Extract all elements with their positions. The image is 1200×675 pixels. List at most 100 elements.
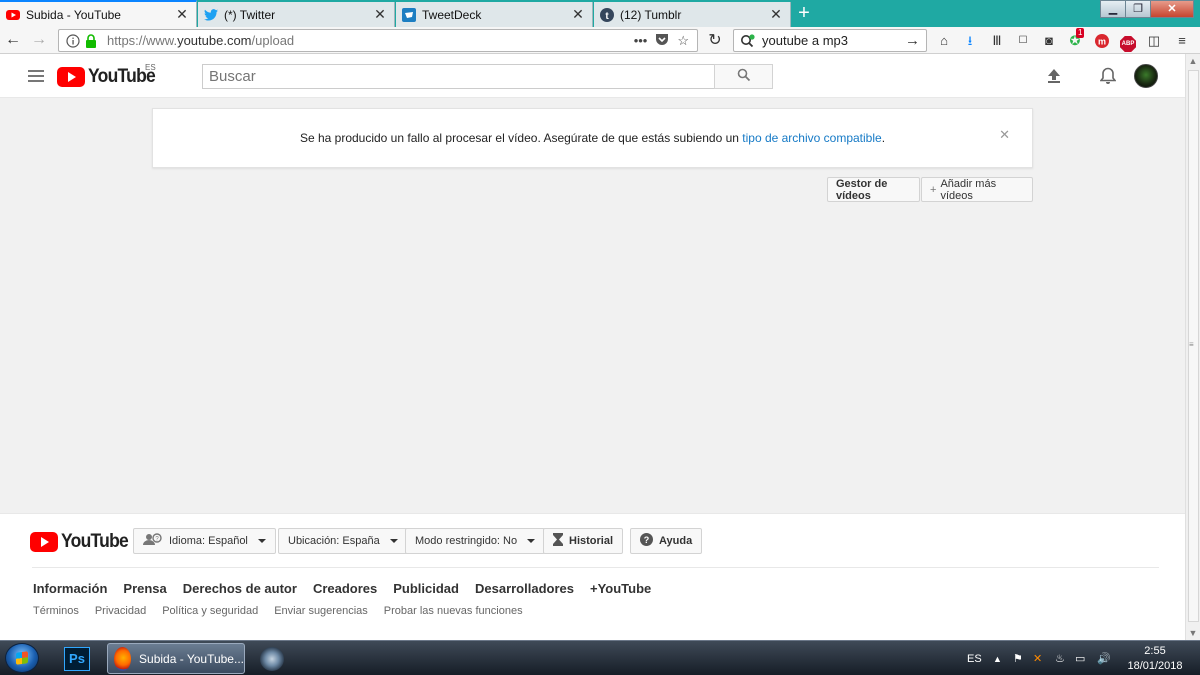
close-icon[interactable]: ✕ — [570, 6, 586, 23]
volume-icon[interactable]: 🔊 — [1097, 641, 1111, 675]
tray-utility-icon[interactable]: ♨ — [1055, 641, 1065, 675]
footer-link-feedback[interactable]: Enviar sugerencias — [274, 605, 368, 617]
tray-expand-icon[interactable]: ▲ — [993, 641, 1002, 675]
home-icon[interactable]: ⌂ — [934, 31, 954, 51]
search-go-arrow-icon[interactable]: → — [905, 32, 920, 49]
restricted-mode-button[interactable]: Modo restringido: No — [405, 528, 546, 554]
download-icon[interactable]: ⭳ — [960, 31, 980, 51]
tab-twitter[interactable]: (*) Twitter ✕ — [198, 2, 395, 27]
page-scrollbar[interactable]: ▲ ≡ ▼ — [1185, 54, 1200, 640]
forward-arrow-icon[interactable]: → — [28, 30, 50, 52]
network-icon[interactable]: ▭ — [1075, 641, 1085, 675]
reload-icon[interactable]: ↻ — [704, 30, 726, 50]
help-button[interactable]: ? Ayuda — [630, 528, 703, 554]
footer-youtube-logo[interactable]: YouTube — [30, 531, 134, 553]
scroll-up-arrow-icon[interactable]: ▲ — [1186, 54, 1200, 68]
abp-label: ABP — [1120, 36, 1136, 52]
tray-app-icon[interactable]: ✕ — [1033, 641, 1042, 675]
hourglass-icon — [553, 533, 563, 549]
upload-icon[interactable] — [1044, 66, 1064, 86]
tab-tumblr[interactable]: t (12) Tumblr ✕ — [594, 2, 791, 27]
scroll-down-arrow-icon[interactable]: ▼ — [1186, 626, 1200, 640]
add-more-videos-button[interactable]: + Añadir más vídeos — [921, 177, 1033, 202]
avatar[interactable] — [1134, 64, 1158, 88]
extension-icon[interactable]: ☐ — [1013, 31, 1033, 51]
system-clock[interactable]: 2:55 18/01/2018 — [1120, 644, 1190, 674]
window-close-button[interactable]: ✕ — [1150, 0, 1194, 18]
minimize-button[interactable]: ▁ — [1100, 0, 1126, 18]
alert-end: . — [881, 131, 886, 145]
close-icon[interactable]: ✕ — [768, 6, 784, 23]
search-input[interactable] — [203, 65, 714, 88]
hamburger-menu-icon[interactable] — [28, 66, 44, 86]
tab-youtube[interactable]: Subida - YouTube ✕ — [0, 0, 197, 27]
info-icon[interactable] — [65, 33, 81, 49]
close-icon[interactable]: ✕ — [999, 127, 1010, 143]
library-icon[interactable]: Ⅲ — [987, 31, 1007, 51]
svg-text:?: ? — [644, 535, 650, 545]
video-manager-button[interactable]: Gestor de vídeos — [827, 177, 920, 202]
browser-search-box[interactable]: youtube a mp3 → — [733, 29, 927, 52]
footer-divider — [32, 567, 1159, 568]
browser-navbar: ← → https://www.youtube.com/upload ••• ☆… — [0, 27, 1200, 54]
screenshot-icon[interactable]: ◙ — [1039, 31, 1059, 51]
back-arrow-icon[interactable]: ← — [2, 30, 24, 52]
close-icon[interactable]: ✕ — [372, 6, 388, 23]
footer-link-try-new-features[interactable]: Probar las nuevas funciones — [384, 605, 523, 617]
url-bar[interactable]: https://www.youtube.com/upload ••• ☆ — [58, 29, 698, 52]
footer-link-creators[interactable]: Creadores — [313, 581, 377, 596]
tab-label: (12) Tumblr — [620, 7, 682, 22]
help-icon: ? — [640, 533, 653, 549]
footer-link-info[interactable]: Información — [33, 581, 107, 596]
extension-badge-icon[interactable]: ✪ 1 — [1065, 28, 1085, 51]
twitter-icon — [204, 8, 218, 22]
footer-link-plus-youtube[interactable]: +YouTube — [590, 581, 651, 596]
taskbar-steam[interactable] — [260, 643, 288, 674]
new-tab-button[interactable]: + — [793, 3, 815, 25]
steam-icon — [260, 646, 284, 671]
language-button[interactable]: ? Idioma: Español — [133, 528, 276, 554]
youtube-play-icon — [30, 532, 58, 552]
footer-link-copyright[interactable]: Derechos de autor — [183, 581, 297, 596]
footer-link-policy-safety[interactable]: Política y seguridad — [162, 605, 258, 617]
footer-link-privacy[interactable]: Privacidad — [95, 605, 146, 617]
taskbar-window-label: Subida - YouTube... — [139, 651, 244, 666]
taskbar-photoshop[interactable]: Ps — [64, 643, 92, 674]
chevron-down-icon — [389, 539, 398, 543]
notification-bell-icon[interactable] — [1098, 66, 1118, 86]
maximize-button[interactable]: ❐ — [1125, 0, 1151, 18]
close-icon[interactable]: ✕ — [174, 6, 190, 23]
url-text: https://www.youtube.com/upload — [107, 33, 634, 48]
url-prefix: https://www. — [107, 33, 178, 48]
mega-icon[interactable]: m — [1092, 31, 1112, 51]
plus-icon: + — [930, 183, 937, 196]
youtube-play-icon — [57, 67, 85, 87]
windows-taskbar: Ps Subida - YouTube... ES ▲ ⚑ ✕ ♨ ▭ 🔊 2:… — [0, 640, 1200, 675]
taskbar-firefox-window[interactable]: Subida - YouTube... — [107, 643, 245, 674]
language-label: Idioma: Español — [169, 535, 248, 547]
footer-link-press[interactable]: Prensa — [123, 581, 166, 596]
youtube-footer: YouTube ? Idioma: Español Ubicación: Esp… — [0, 513, 1185, 640]
youtube-search-field[interactable] — [202, 64, 715, 89]
search-engine-icon[interactable] — [740, 33, 756, 48]
tab-tweetdeck[interactable]: TweetDeck ✕ — [396, 2, 593, 27]
history-button[interactable]: Historial — [543, 528, 624, 554]
sidebar-icon[interactable]: ◫ — [1144, 31, 1164, 51]
chevron-down-icon — [257, 539, 266, 543]
youtube-search-button[interactable] — [714, 64, 773, 89]
bookmark-star-icon[interactable]: ☆ — [677, 33, 689, 49]
compatible-file-type-link[interactable]: tipo de archivo compatible — [742, 131, 881, 145]
input-language[interactable]: ES — [967, 641, 982, 675]
footer-link-advertise[interactable]: Publicidad — [393, 581, 459, 596]
menu-icon[interactable]: ≡ — [1172, 31, 1192, 51]
action-center-flag-icon[interactable]: ⚑ — [1013, 641, 1023, 675]
page-actions-icon[interactable]: ••• — [634, 33, 648, 48]
pocket-icon[interactable] — [655, 33, 669, 49]
location-button[interactable]: Ubicación: España — [278, 528, 408, 554]
footer-link-developers[interactable]: Desarrolladores — [475, 581, 574, 596]
adblock-icon[interactable]: ABP — [1118, 31, 1138, 52]
language-icon: ? — [143, 533, 163, 549]
youtube-logo[interactable]: YouTube ES — [57, 63, 161, 88]
footer-link-terms[interactable]: Términos — [33, 605, 79, 617]
start-button[interactable] — [5, 643, 39, 673]
